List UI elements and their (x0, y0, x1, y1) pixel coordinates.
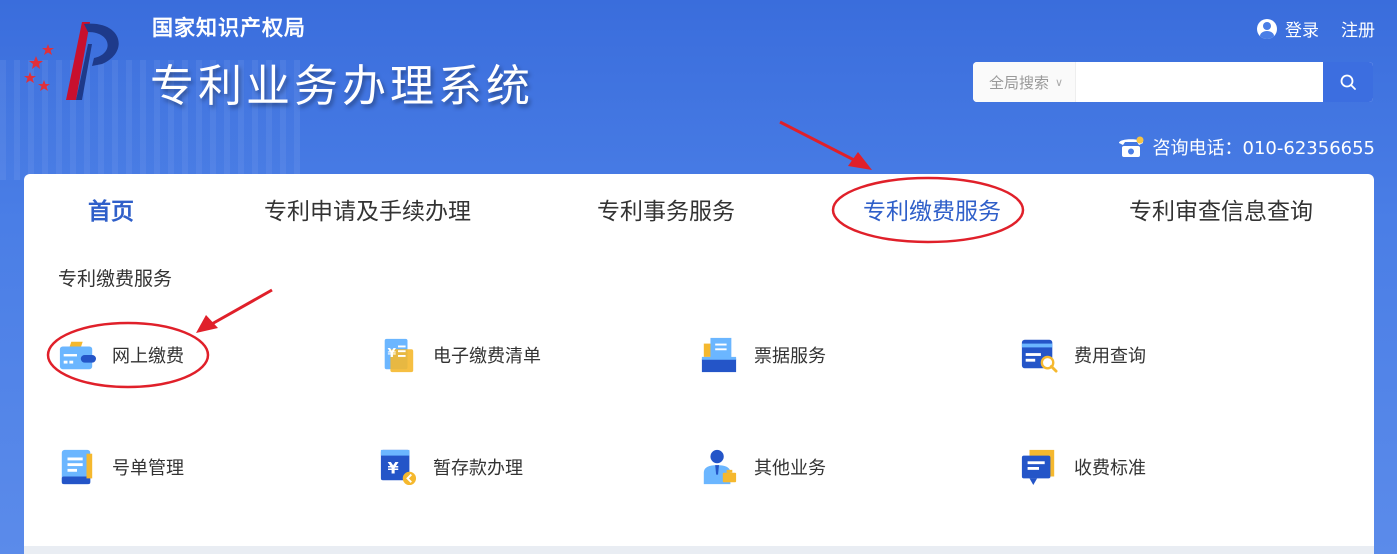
phone-label: 咨询电话：010-62356655 (1152, 138, 1375, 159)
service-label: 费用查询 (1074, 346, 1146, 367)
org-name: 国家知识产权局 (152, 15, 306, 40)
user-links: 登录 注册 (1257, 16, 1375, 41)
wallet-icon (59, 341, 96, 370)
search-scope-label: 全局搜索 (989, 73, 1050, 92)
standard-doc-icon (1021, 449, 1055, 486)
nav-patent-application[interactable]: 专利申请及手续办理 (264, 192, 471, 226)
nav-home[interactable]: 首页 (88, 192, 134, 226)
service-online-payment[interactable]: 网上缴费 (58, 336, 184, 374)
service-temp-deposit[interactable]: ¥ 暂存款办理 (379, 448, 523, 486)
person-briefcase-icon (703, 449, 737, 485)
nav-patent-fee-service[interactable]: 专利缴费服务 (863, 192, 1001, 226)
search-scope-dropdown[interactable]: 全局搜索 ∨ (973, 62, 1077, 102)
service-label: 暂存款办理 (433, 458, 523, 479)
search-box: 全局搜索 ∨ (973, 62, 1373, 102)
service-number-management[interactable]: 号单管理 (58, 448, 184, 486)
service-e-payment-list[interactable]: ¥ 电子缴费清单 (379, 336, 541, 374)
search-button[interactable] (1323, 62, 1373, 102)
bottom-strip (24, 546, 1374, 554)
card-search-icon (1021, 339, 1058, 373)
document-list-icon (61, 449, 93, 485)
consult-phone: 咨询电话：010-62356655 (1117, 134, 1375, 160)
service-label: 网上缴费 (112, 346, 184, 367)
svg-text:¥: ¥ (388, 346, 397, 360)
header: 国家知识产权局 专利业务办理系统 登录 注册 全局搜索 ∨ 咨询电话：010-6… (0, 0, 1397, 180)
service-label: 票据服务 (754, 346, 826, 367)
service-label: 号单管理 (112, 458, 184, 479)
cnipa-logo (24, 22, 119, 100)
service-other-business[interactable]: 其他业务 (700, 448, 826, 486)
telephone-icon (1118, 136, 1144, 157)
service-label: 电子缴费清单 (433, 346, 541, 367)
user-icon (1257, 18, 1277, 39)
login-link[interactable]: 登录 (1257, 16, 1319, 41)
service-receipt[interactable]: 票据服务 (700, 336, 826, 374)
receipt-tray-icon (701, 337, 737, 373)
register-link[interactable]: 注册 (1341, 16, 1375, 41)
nav-patent-examination-query[interactable]: 专利审查信息查询 (1129, 192, 1313, 226)
section-title: 专利缴费服务 (58, 268, 173, 290)
service-fee-query[interactable]: 费用查询 (1020, 336, 1146, 374)
main-nav: 首页 专利申请及手续办理 专利事务服务 专利缴费服务 专利审查信息查询 (24, 192, 1374, 228)
search-icon (1340, 74, 1356, 90)
service-label: 收费标准 (1074, 458, 1146, 479)
nav-patent-affairs[interactable]: 专利事务服务 (597, 192, 735, 226)
chevron-down-icon: ∨ (1055, 75, 1064, 89)
yuan-list-icon: ¥ (384, 338, 414, 373)
search-input[interactable] (1076, 62, 1323, 102)
service-label: 其他业务 (754, 458, 826, 479)
svg-text:¥: ¥ (388, 459, 400, 478)
service-fee-standard[interactable]: 收费标准 (1020, 448, 1146, 486)
system-title: 专利业务办理系统 (150, 61, 534, 112)
login-label: 登录 (1285, 21, 1319, 41)
main-card: 首页 专利申请及手续办理 专利事务服务 专利缴费服务 专利审查信息查询 专利缴费… (24, 174, 1374, 554)
yuan-deposit-icon: ¥ (380, 449, 417, 486)
